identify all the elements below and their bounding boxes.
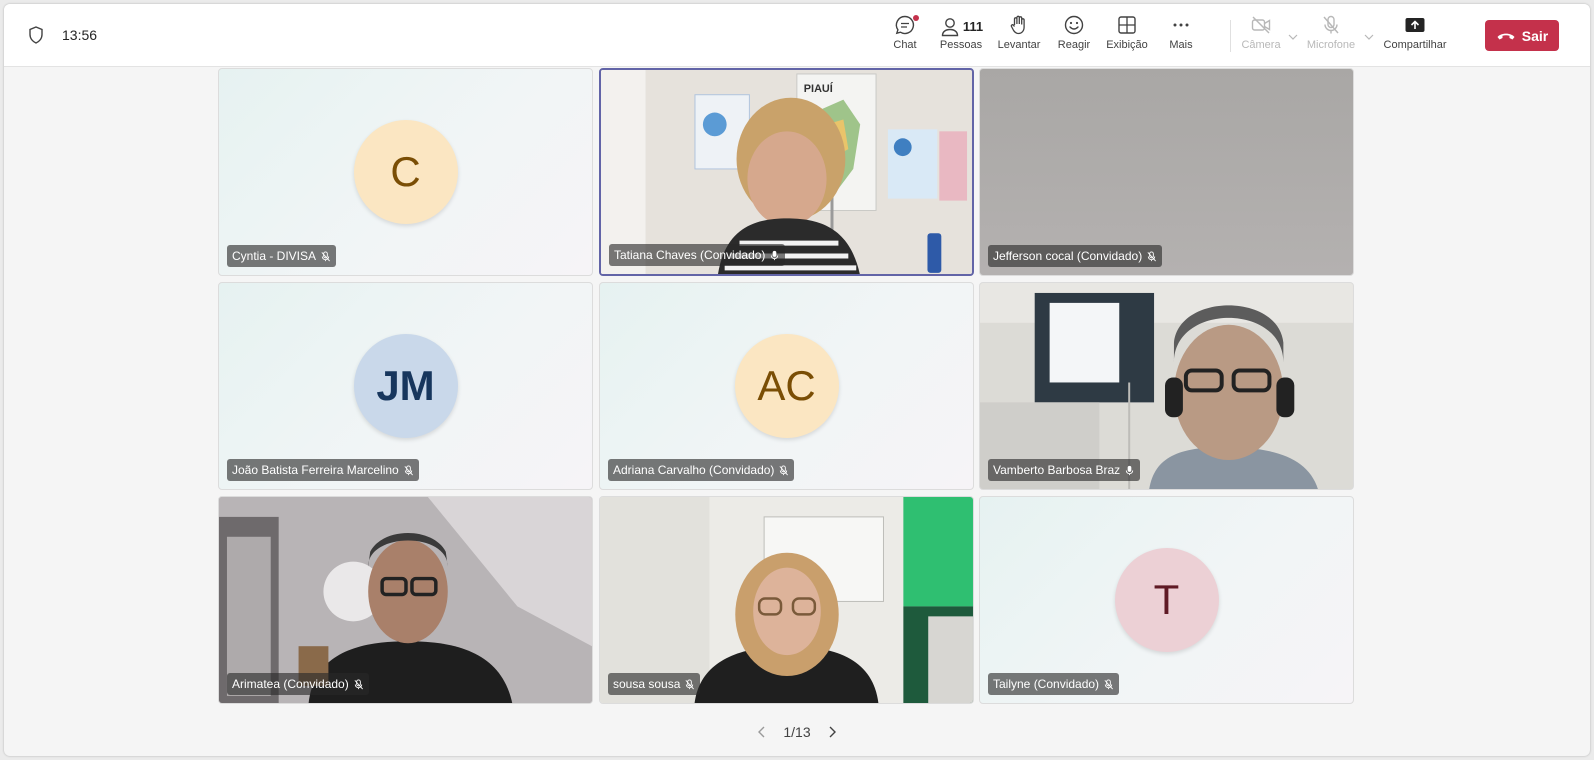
react-label: Reagir bbox=[1057, 39, 1091, 51]
participant-tile-vamberto[interactable]: Vamberto Barbosa Braz bbox=[979, 282, 1354, 490]
people-count: 111 bbox=[962, 19, 984, 34]
toolbar-divider bbox=[1230, 20, 1231, 52]
participant-name-tag: João Batista Ferreira Marcelino bbox=[227, 459, 419, 481]
people-row: 111 bbox=[939, 14, 983, 39]
raise-hand-icon bbox=[1010, 15, 1025, 35]
leave-button[interactable]: Sair bbox=[1485, 20, 1559, 51]
more-icon bbox=[1173, 23, 1189, 27]
mic-muted-icon bbox=[779, 464, 789, 475]
participant-tile-tailyne[interactable]: T Tailyne (Convidado) bbox=[979, 496, 1354, 704]
share-button[interactable]: Compartilhar bbox=[1382, 14, 1448, 60]
participant-name: Jefferson cocal (Convidado) bbox=[993, 249, 1143, 263]
participant-name-tag: sousa sousa bbox=[608, 673, 701, 695]
microphone-button[interactable]: Microfone bbox=[1302, 14, 1360, 60]
participant-name: João Batista Ferreira Marcelino bbox=[232, 463, 399, 477]
meeting-timer: 13:56 bbox=[62, 27, 98, 43]
meeting-toolbar: 13:56 Chat 111 Pessoas Levantar Reagir E… bbox=[4, 4, 1590, 67]
participant-name-tag: Adriana Carvalho (Convidado) bbox=[608, 459, 795, 481]
chat-button[interactable]: Chat bbox=[887, 14, 923, 60]
mic-on-icon bbox=[1126, 465, 1134, 475]
participant-name-tag: Arimatea (Convidado) bbox=[227, 673, 369, 695]
participant-name-tag: Tatiana Chaves (Convidado) bbox=[609, 244, 786, 266]
participant-tile-arimatea[interactable]: Arimatea (Convidado) bbox=[218, 496, 593, 704]
chevron-left-icon[interactable] bbox=[755, 725, 769, 739]
view-label: Exibição bbox=[1106, 39, 1148, 51]
avatar: T bbox=[1114, 548, 1219, 652]
share-label: Compartilhar bbox=[1383, 39, 1447, 51]
mic-off-icon bbox=[1323, 15, 1339, 34]
react-button[interactable]: Reagir bbox=[1056, 14, 1092, 60]
people-button[interactable]: 111 Pessoas bbox=[936, 14, 986, 60]
camera-button[interactable]: Câmera bbox=[1238, 14, 1284, 60]
participant-tile-joao[interactable]: JM João Batista Ferreira Marcelino bbox=[218, 282, 593, 490]
participant-name: Adriana Carvalho (Convidado) bbox=[613, 463, 775, 477]
participant-name-tag: Cyntia - DIVISA bbox=[227, 245, 337, 267]
leave-label: Sair bbox=[1521, 27, 1549, 44]
hang-up-icon bbox=[1497, 33, 1515, 39]
participant-tile-jefferson[interactable]: Jefferson cocal (Convidado) bbox=[979, 68, 1354, 276]
participant-name-tag: Vamberto Barbosa Braz bbox=[988, 459, 1141, 481]
page-indicator: 1/13 bbox=[783, 724, 811, 740]
more-button[interactable]: Mais bbox=[1163, 14, 1199, 60]
grid-view-icon bbox=[1118, 16, 1136, 34]
raise-hand-label: Levantar bbox=[997, 39, 1041, 51]
mic-on-icon bbox=[771, 250, 779, 260]
avatar: AC bbox=[734, 334, 839, 438]
view-button[interactable]: Exibição bbox=[1105, 14, 1149, 60]
camera-label: Câmera bbox=[1241, 39, 1281, 51]
chat-label: Chat bbox=[893, 39, 917, 51]
participant-tile-adriana[interactable]: AC Adriana Carvalho (Convidado) bbox=[599, 282, 974, 490]
shield-icon[interactable] bbox=[26, 25, 46, 45]
map-title: PIAUÍ bbox=[804, 82, 834, 95]
raise-hand-button[interactable]: Levantar bbox=[996, 14, 1042, 60]
mic-muted-icon bbox=[404, 464, 413, 475]
more-label: Mais bbox=[1169, 39, 1193, 51]
participant-name-tag: Tailyne (Convidado) bbox=[988, 673, 1120, 695]
participant-tile-tatiana[interactable]: PIAUÍ Tatiana Chaves (Convidado) bbox=[599, 68, 974, 276]
participant-name: Tailyne (Convidado) bbox=[993, 677, 1100, 691]
mic-muted-icon bbox=[1147, 250, 1157, 261]
mic-muted-icon bbox=[685, 678, 695, 689]
people-label: Pessoas bbox=[939, 39, 983, 51]
participant-name: Tatiana Chaves (Convidado) bbox=[614, 248, 766, 262]
microphone-label: Microfone bbox=[1306, 39, 1356, 51]
chevron-right-icon[interactable] bbox=[825, 725, 839, 739]
teams-meeting-window: 13:56 Chat 111 Pessoas Levantar Reagir E… bbox=[4, 4, 1590, 756]
camera-off-icon bbox=[1251, 16, 1271, 34]
mic-muted-icon bbox=[321, 250, 330, 261]
participant-name: sousa sousa bbox=[613, 677, 681, 691]
participant-name-tag: Jefferson cocal (Convidado) bbox=[988, 245, 1163, 267]
smiley-icon bbox=[1064, 15, 1084, 35]
avatar: C bbox=[353, 120, 458, 224]
chat-unread-dot bbox=[913, 15, 919, 21]
mic-options-chevron-icon[interactable] bbox=[1364, 34, 1374, 40]
participant-name: Arimatea (Convidado) bbox=[232, 677, 349, 691]
camera-options-chevron-icon[interactable] bbox=[1288, 34, 1298, 40]
gallery-pager: 1/13 bbox=[4, 716, 1590, 748]
participant-name: Vamberto Barbosa Braz bbox=[993, 463, 1121, 477]
mic-muted-icon bbox=[1104, 678, 1114, 689]
person-icon bbox=[941, 17, 959, 36]
participant-tile-cyntia[interactable]: C Cyntia - DIVISA bbox=[218, 68, 593, 276]
avatar: JM bbox=[353, 334, 458, 438]
participant-tile-sousa[interactable]: sousa sousa bbox=[599, 496, 974, 704]
mic-muted-icon bbox=[354, 678, 363, 689]
participant-name: Cyntia - DIVISA bbox=[232, 249, 317, 263]
share-screen-icon bbox=[1405, 18, 1425, 32]
